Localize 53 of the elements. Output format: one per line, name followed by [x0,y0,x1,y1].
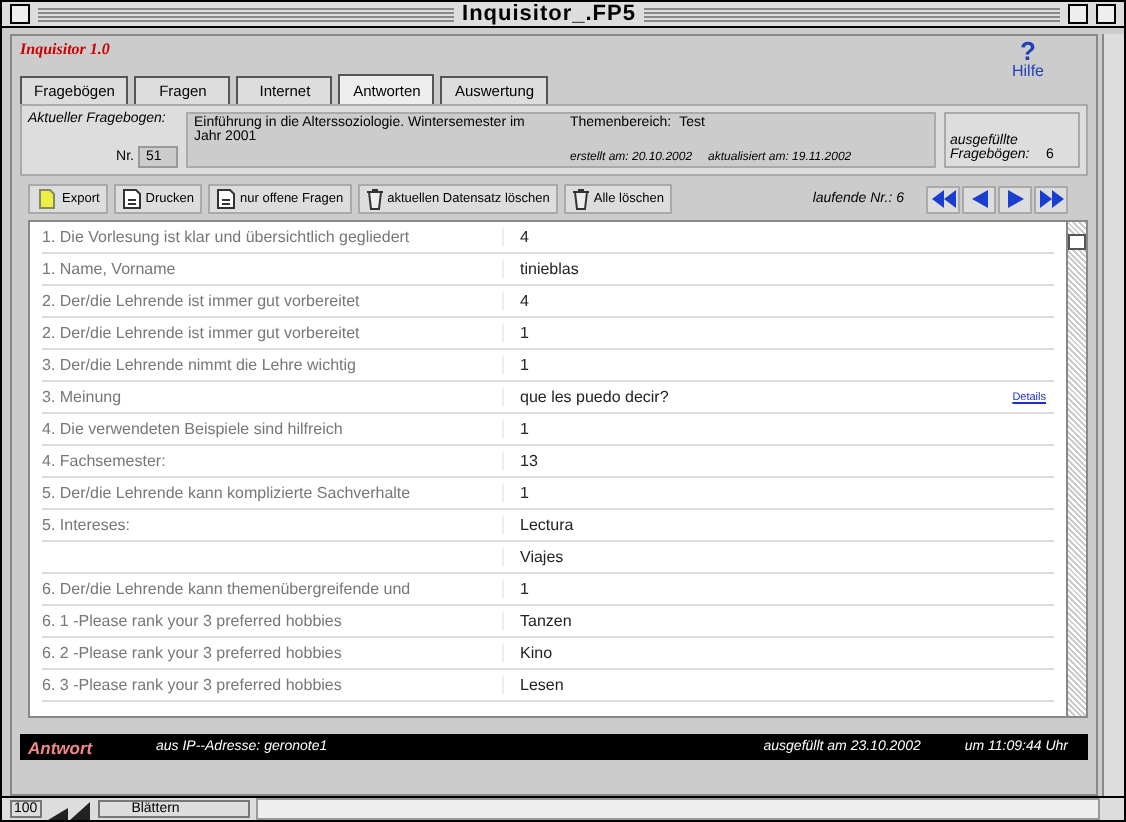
answer-cell: 4 [502,292,529,310]
question-cell-text: 6. 3 -Please rank your 3 preferred hobbies [42,676,344,694]
question-cell-text: 5. Der/die Lehrende kann komplizierte Sachverhalte [42,484,413,502]
window-title: Inquisitor_.FP5 [462,2,636,26]
question-cell-text: 5. Intereses: [42,516,133,534]
answer-cell: 1 [502,484,529,502]
question-cell-text: 1. Name, Vorname [42,260,178,278]
question-cell-text: 6. 1 -Please rank your 3 preferred hobbies [42,612,344,630]
window-scroll-bar[interactable] [1102,34,1124,796]
nav-button[interactable] [962,185,996,213]
answer-cell: 1 [502,420,529,438]
nav-button[interactable] [1034,185,1068,213]
scroll-bar[interactable] [1066,222,1086,716]
export-icon [36,188,58,210]
question-cell-text: 4. Die verwendeten Beispiele sind hilfreich [42,420,345,438]
answer-cell: Tanzen [502,612,572,630]
question-cell-text: 2. Der/die Lehrende ist immer gut vorbereitet [42,292,362,310]
question-cell-text: 4. Fachsemester: [42,452,168,470]
question-cell-text: 1. Die Vorlesung ist klar und übersichtlich gegliedert [42,228,412,246]
footer-title: Antwort [28,737,95,757]
answer-cell: que les puedo decir? [502,388,669,406]
answer-cell: 1 [502,356,529,374]
document-icon [121,188,142,210]
nav-button[interactable] [998,185,1032,213]
zoom-icon[interactable] [47,799,92,819]
answer-cell: 4 [502,228,529,246]
nav-button[interactable] [926,185,960,213]
trash-icon [571,188,590,210]
collapse-box[interactable] [1096,4,1116,24]
answer-cell: Lesen [502,676,564,694]
answer-cell: Lectura [502,516,574,534]
next-icon [1007,190,1023,208]
answer-cell: Viajes [502,548,564,566]
previous-icon [971,190,987,208]
first-icon [931,190,955,208]
question-cell-text: 3. Der/die Lehrende nimmt die Lehre wichtig [42,356,358,374]
answer-cell: 13 [502,452,538,470]
answer-cell: 1 [502,580,529,598]
answer-cell: Kino [502,644,553,662]
close-box[interactable] [10,4,30,24]
question-cell-text: 3. Meinung [42,388,124,406]
last-icon [1039,190,1063,208]
answer-cell: 1 [502,324,529,342]
zoom-box[interactable] [1068,4,1088,24]
trash-icon [365,188,384,210]
document-icon [216,188,237,210]
answer-cell: tinieblas [502,260,579,278]
question-cell-text: 6. Der/die Lehrende kann themenübergreifende und [42,580,413,598]
app-title: Inquisitor 1.0 [20,40,110,62]
horizontal-scroll-bar[interactable] [255,798,1100,820]
question-cell-text: 6. 2 -Please rank your 3 preferred hobbies [42,644,344,662]
question-cell-text: 2. Der/die Lehrende ist immer gut vorbereitet [42,324,362,342]
help-button[interactable]: ? Hilfe [1011,40,1044,74]
